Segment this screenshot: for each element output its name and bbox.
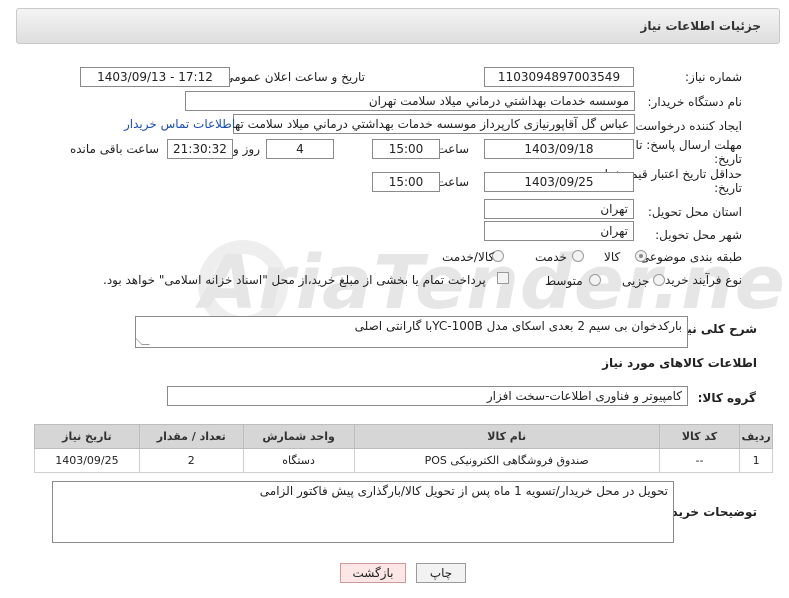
page-title: جزئیات اطلاعات نیاز — [640, 19, 761, 33]
summary-text: بارکدخوان بی سیم 2 بعدی اسکای مدل YC-100… — [354, 319, 682, 333]
category-radio-service[interactable] — [572, 250, 584, 262]
goods-group-label: گروه کالا: — [697, 391, 756, 405]
buyer-notes-field: تحویل در محل خریدار/تسویه 1 ماه پس از تح… — [52, 481, 674, 543]
process-option-medium: متوسط — [545, 274, 583, 288]
col-code: کد کالا — [658, 424, 741, 449]
deadline-label-line2: تاریخ: — [714, 152, 742, 166]
cell-name: صندوق فروشگاهی الکترونیکی POS — [353, 448, 660, 473]
process-radio-minor[interactable] — [653, 274, 665, 286]
remaining-label: ساعت باقی مانده — [69, 142, 159, 156]
deadline-label-line1: مهلت ارسال پاسخ: تا — [635, 138, 742, 152]
requester-label: ایجاد کننده درخواست: — [631, 119, 742, 133]
category-option-goods: کالا — [604, 250, 621, 264]
cell-unit: دستگاه — [242, 448, 355, 473]
print-button[interactable]: چاپ — [416, 563, 466, 583]
requester-field: عباس گل آقاپورنیازی کارپرداز موسسه خدمات… — [233, 114, 635, 134]
buyer-org-label: نام دستگاه خریدار: — [647, 95, 743, 109]
cell-code: -- — [658, 448, 741, 473]
validity-time-label: ساعت — [436, 175, 469, 189]
validity-label-line2: تاریخ: — [714, 181, 742, 195]
resize-grip-icon[interactable] — [136, 337, 150, 345]
need-number-label: شماره نیاز: — [685, 70, 742, 84]
col-name: نام کالا — [353, 424, 660, 449]
category-option-goods-service: کالا/خدمت — [442, 250, 495, 264]
city-field: تهران — [484, 221, 634, 241]
process-label: نوع فرآیند خرید : — [657, 273, 742, 287]
deadline-date-field: 1403/09/18 — [484, 139, 634, 159]
announce-field: 1403/09/13 - 17:12 — [80, 67, 230, 87]
process-radio-medium[interactable] — [589, 274, 601, 286]
goods-group-field: کامپیوتر و فناوری اطلاعات-سخت افزار — [167, 386, 688, 406]
deadline-time-field: 15:00 — [372, 139, 440, 159]
category-option-service: خدمت — [535, 250, 567, 264]
table-header-row: ردیف کد کالا نام کالا واحد شمارش تعداد /… — [34, 424, 773, 449]
buyer-org-field: موسسه خدمات بهداشتي درماني ميلاد سلامت ت… — [185, 91, 635, 111]
category-label: طبقه بندی موضوعی: — [635, 250, 742, 264]
goods-section-title: اطلاعات کالاهای مورد نیاز — [602, 356, 757, 370]
buyer-contact-link[interactable]: اطلاعات تماس خریدار — [124, 117, 235, 131]
city-label: شهر محل تحویل: — [655, 228, 742, 242]
goods-table: ردیف کد کالا نام کالا واحد شمارش تعداد /… — [34, 424, 773, 473]
col-row: ردیف — [739, 424, 773, 449]
header-bar: جزئیات اطلاعات نیاز — [16, 8, 780, 44]
remaining-time-field: 21:30:32 — [167, 139, 233, 159]
back-button[interactable]: بازگشت — [340, 563, 406, 583]
process-option-minor: جزیی — [622, 274, 650, 288]
table-row: 1 -- صندوق فروشگاهی الکترونیکی POS دستگا… — [34, 448, 773, 473]
days-field: 4 — [266, 139, 334, 159]
days-label: روز و — [233, 142, 260, 156]
cell-quantity: 2 — [138, 448, 244, 473]
buyer-notes-text: تحویل در محل خریدار/تسویه 1 ماه پس از تح… — [259, 484, 668, 498]
treasury-payment-note: پرداخت تمام یا بخشی از مبلغ خرید،از محل … — [103, 273, 486, 287]
deadline-time-label: ساعت — [436, 142, 469, 156]
col-unit: واحد شمارش — [242, 424, 355, 449]
cell-need-date: 1403/09/25 — [34, 448, 140, 473]
need-number-field: 1103094897003549 — [484, 67, 634, 87]
col-quantity: تعداد / مقدار — [138, 424, 244, 449]
summary-field: بارکدخوان بی سیم 2 بعدی اسکای مدل YC-100… — [135, 316, 688, 348]
category-radio-goods[interactable] — [635, 250, 647, 262]
treasury-payment-checkbox[interactable] — [497, 272, 509, 284]
col-need-date: تاریخ نیاز — [34, 424, 140, 449]
province-field: تهران — [484, 199, 634, 219]
announce-label: تاریخ و ساعت اعلان عمومی: — [220, 70, 365, 84]
province-label: استان محل تحویل: — [647, 205, 742, 219]
validity-time-field: 15:00 — [372, 172, 440, 192]
cell-row: 1 — [739, 448, 773, 473]
validity-date-field: 1403/09/25 — [484, 172, 634, 192]
